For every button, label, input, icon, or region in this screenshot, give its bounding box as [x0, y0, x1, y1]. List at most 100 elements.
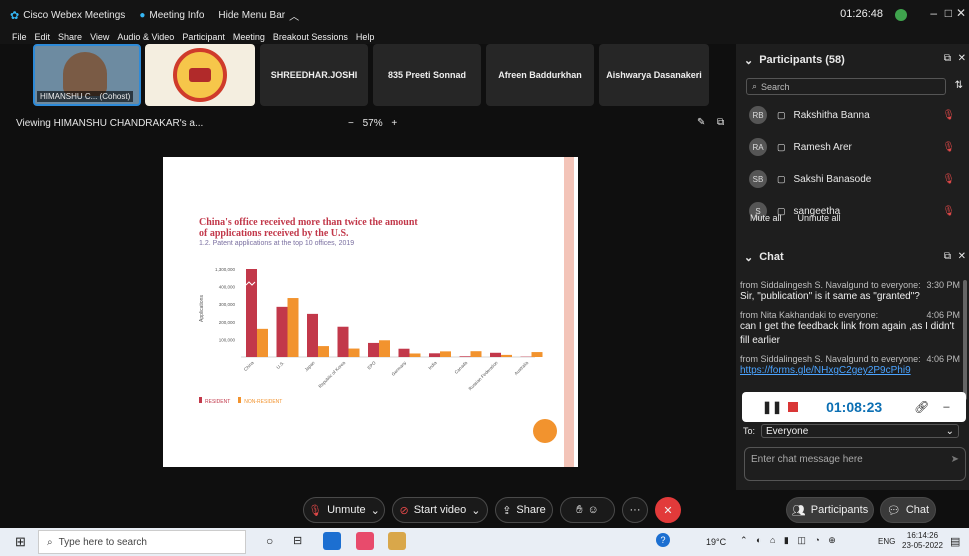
recipient-select[interactable]: Everyone ⌄ — [761, 424, 960, 438]
meeting-info-button[interactable]: ● Meeting Info — [139, 10, 204, 21]
menu-item[interactable]: Help — [356, 32, 375, 42]
stop-icon[interactable] — [788, 402, 799, 412]
hide-menu-bar-button[interactable]: Hide Menu Bar ︿ — [218, 8, 299, 23]
legend-non-resident: NON-RESIDENT — [238, 397, 282, 405]
mute-all-button[interactable]: Mute all — [750, 213, 782, 223]
menu-item[interactable]: Edit — [35, 32, 51, 42]
participant-row[interactable]: RA ▢ Ramesh Arer 🎙︎ — [736, 132, 969, 162]
meeting-taskbar-icon[interactable] — [356, 532, 374, 550]
video-tile-participant[interactable]: 835 Preeti Sonnad — [373, 44, 481, 106]
participants-panel-button[interactable]: 👥︎ Participants — [786, 497, 874, 523]
menu-item[interactable]: Share — [58, 32, 82, 42]
menu-item[interactable]: Participant — [182, 32, 225, 42]
menu-item[interactable]: Breakout Sessions — [273, 32, 348, 42]
x-tick-label: EPO — [366, 360, 377, 371]
unmute-button[interactable]: 🎙︎ Unmute ⌄ — [303, 497, 385, 523]
unmute-all-button[interactable]: Unmute all — [798, 213, 841, 223]
tray-icons[interactable]: ⌃ ◐ ⌂ ▮ ◫ ◔ ⊕ — [740, 535, 839, 546]
minimize-icon[interactable]: – — [930, 6, 937, 20]
menu-item[interactable]: Meeting — [233, 32, 265, 42]
participant-search[interactable]: ⌕ Search — [746, 78, 946, 95]
sort-icon[interactable]: ⇅ — [955, 80, 963, 91]
start-video-button[interactable]: ⊘ Start video ⌄ — [392, 497, 488, 523]
microphone-muted-icon[interactable]: 🎙︎ — [942, 174, 955, 185]
annotate-icon[interactable]: ✎ — [697, 117, 705, 128]
microphone-muted-icon[interactable]: 🎙︎ — [942, 142, 955, 153]
share-button[interactable]: ⇪ Share — [495, 497, 553, 523]
file-explorer-icon[interactable]: ⊟ — [293, 534, 302, 547]
menu-item[interactable]: View — [90, 32, 109, 42]
microphone-muted-icon[interactable]: 🎙︎ — [942, 110, 955, 121]
zoom-out-button[interactable]: − — [348, 118, 354, 129]
bar-non-resident — [409, 353, 421, 357]
send-icon[interactable]: ➤ — [951, 454, 959, 465]
app-title: ✿ Cisco Webex Meetings — [10, 9, 126, 22]
hand-icon: ✋︎ — [576, 503, 583, 516]
notifications-icon[interactable]: ▤ — [950, 535, 960, 548]
bar-non-resident — [501, 354, 512, 357]
minimize-icon[interactable]: – — [943, 401, 949, 413]
y-tick-label: 400,000 — [219, 285, 236, 290]
video-tile-self[interactable]: HIMANSHU C... (Cohost) — [33, 44, 141, 106]
pause-icon[interactable]: ❚❚ — [762, 400, 782, 414]
close-icon[interactable]: ✕ — [956, 6, 966, 20]
camera-off-icon: ⊘ — [399, 504, 409, 517]
leave-meeting-button[interactable]: ✕ — [655, 497, 681, 523]
chat-text: Sir, "publication" is it same as "grante… — [740, 291, 920, 302]
chat-input[interactable]: Enter chat message here ➤ — [744, 447, 966, 481]
system-clock[interactable]: 16:14:26 23-05-2022 — [902, 531, 943, 551]
video-tile-participant[interactable]: Aishwarya Dasanakeri — [599, 44, 709, 106]
chevron-up-icon: ︿ — [289, 11, 300, 23]
video-tile-logo[interactable] — [145, 44, 255, 106]
chat-message: from Siddalingesh S. Navalgund to everyo… — [740, 280, 960, 304]
x-tick-label: Republic of Korea — [317, 360, 346, 389]
bar-resident — [276, 306, 288, 357]
participant-row[interactable]: RB ▢ Rakshitha Banna 🎙︎ — [736, 100, 969, 130]
video-tile-label: HIMANSHU C... (Cohost) — [37, 91, 134, 102]
zoom-in-button[interactable]: + — [391, 118, 397, 129]
task-view-icon[interactable]: ○ — [266, 534, 273, 548]
x-tick-label: Russian Federation — [468, 360, 499, 391]
x-tick-label: Germany — [391, 360, 408, 377]
chat-text[interactable]: https://forms.gle/NHxgC2gey2P9cPhi9 — [740, 364, 960, 378]
pop-out-icon[interactable]: ⧉ — [944, 53, 951, 64]
y-axis-label: Applications — [199, 295, 205, 322]
chevron-down-icon[interactable]: ⌄ — [744, 251, 753, 264]
menu-item[interactable]: File — [12, 32, 27, 42]
x-tick-label: Canada — [454, 360, 469, 375]
video-tile-participant[interactable]: Afreen Baddurkhan — [486, 44, 594, 106]
participant-row[interactable]: SB ▢ Sakshi Banasode 🎙︎ — [736, 164, 969, 194]
maximize-icon[interactable]: □ — [945, 6, 952, 20]
weather-temperature[interactable]: 19°C — [706, 537, 726, 547]
emoji-icon: ☺ — [587, 504, 599, 516]
raise-hand-button[interactable]: ✋︎ ☺ — [560, 497, 615, 523]
microphone-muted-icon[interactable]: 🎙︎ — [942, 206, 955, 217]
paint-taskbar-icon[interactable] — [388, 532, 406, 550]
video-tile-participant[interactable]: SHREEDHAR.JOSHI — [260, 44, 368, 106]
more-options-button[interactable]: ··· — [622, 497, 648, 523]
pop-out-icon[interactable]: ⧉ — [944, 251, 951, 262]
menu-item[interactable]: Audio & Video — [117, 32, 174, 42]
bar-resident — [337, 326, 349, 357]
help-icon[interactable]: ? — [656, 533, 670, 547]
chat-messages: from Siddalingesh S. Navalgund to everyo… — [740, 280, 960, 384]
chevron-down-icon[interactable]: ⌄ — [744, 54, 753, 67]
link-icon[interactable]: 🔗︎ — [914, 400, 929, 414]
share-icon: ⇪ — [502, 504, 512, 517]
chevron-down-icon: ⌄ — [370, 504, 380, 517]
chat-recipient: To: Everyone ⌄ — [743, 424, 960, 438]
close-icon[interactable]: ✕ — [958, 251, 966, 262]
participant-actions: Mute all Unmute all — [750, 213, 841, 223]
chat-panel-button[interactable]: 💬︎ Chat — [880, 497, 936, 523]
y-tick-label: 1,300,000 — [215, 267, 236, 272]
close-icon[interactable]: ✕ — [958, 53, 966, 64]
taskbar-search[interactable]: ⌕ Type here to search — [38, 530, 246, 554]
chat-scrollbar[interactable] — [963, 280, 967, 400]
close-icon: ✕ — [663, 504, 673, 517]
language-indicator[interactable]: ENG — [878, 537, 895, 546]
windows-start-icon[interactable]: ⊞ — [15, 534, 26, 550]
viewing-label: Viewing HIMANSHU CHANDRAKAR's a... — [16, 118, 204, 129]
pop-out-icon[interactable]: ⧉ — [717, 117, 724, 128]
device-icon: ▢ — [777, 109, 786, 120]
webex-taskbar-icon[interactable] — [323, 532, 341, 550]
